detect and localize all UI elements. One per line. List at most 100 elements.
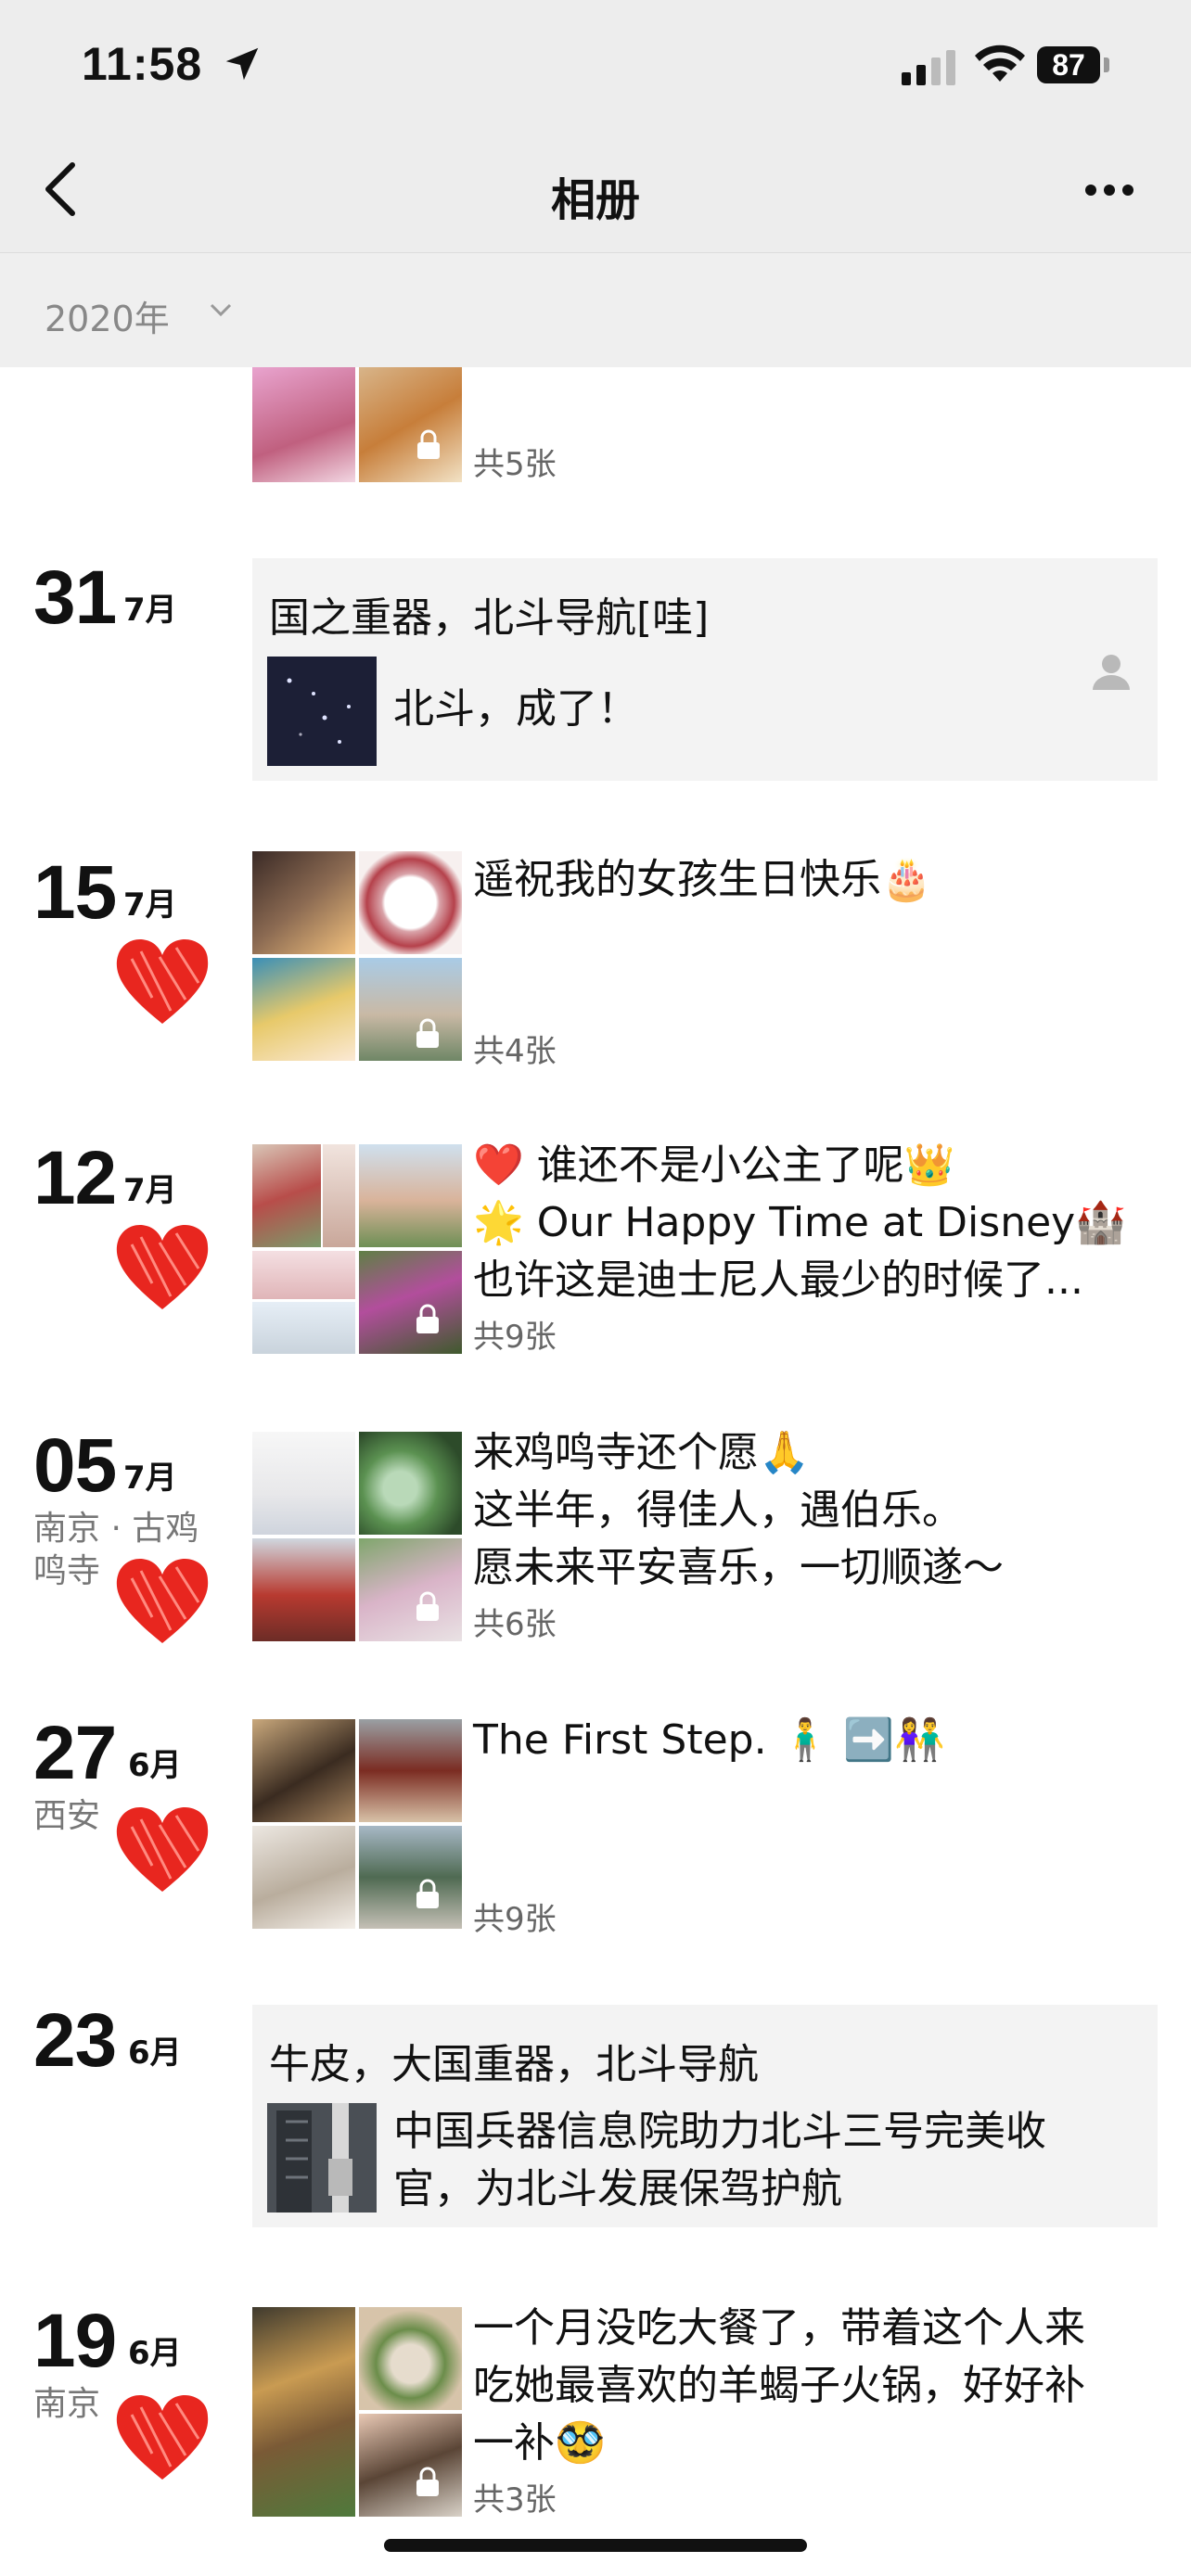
photo-thumb[interactable] (359, 1251, 462, 1354)
feed-entry[interactable]: 12 7月 ❤️ 谁还不是小公主了呢👑 🌟 Our Happy Time at … (0, 1137, 1191, 1359)
photo-thumb[interactable] (252, 1826, 355, 1929)
photo-thumb[interactable] (252, 851, 355, 954)
photo-thumb[interactable] (252, 2307, 355, 2517)
heart-icon (116, 1224, 209, 1309)
entry-day: 31 (33, 555, 117, 640)
photo-grid[interactable] (252, 1719, 462, 1929)
photo-thumb[interactable] (359, 2414, 462, 2517)
caption-line: 一补🥸 (473, 2419, 606, 2467)
photo-thumb[interactable] (252, 1432, 355, 1535)
photo-grid[interactable] (252, 1144, 462, 1354)
lock-icon (416, 1304, 439, 1333)
share-text-line: 中国兵器信息院助力北斗三号完美收 (393, 2108, 1046, 2155)
page-title: 相册 (550, 174, 640, 226)
heart-icon (116, 1558, 209, 1643)
photo-thumb[interactable] (359, 1538, 462, 1641)
feed-entry[interactable]: 27 6月 西安 The First Step. 🧍‍♂️ ➡️👫 共9张 (0, 1712, 1191, 1939)
caption-line: 吃她最喜欢的羊蝎子火锅，好好补 (473, 2362, 1085, 2409)
photo-thumb[interactable] (252, 1719, 355, 1822)
photo-count: 共9张 (473, 1319, 557, 1356)
battery-icon: 87 (1037, 46, 1100, 83)
feed-entry[interactable]: 05 7月 南京 · 古鸡鸣寺 来鸡鸣寺还个愿🙏 这半年，得佳人，遇伯乐。 愿未… (0, 1424, 1191, 1656)
photo-grid[interactable] (252, 1432, 462, 1641)
post-caption: 来鸡鸣寺还个愿🙏 这半年，得佳人，遇伯乐。 愿未来平安喜乐，一切顺遂～ (473, 1424, 1159, 1597)
photo-thumb[interactable] (252, 1144, 321, 1247)
feed-entry-partial[interactable]: 共5张 (0, 366, 1191, 487)
entry-day: 19 (33, 2299, 117, 2383)
dot-icon (1104, 185, 1115, 196)
heart-icon (116, 938, 209, 1024)
caption-line: 这半年，得佳人，遇伯乐。 (473, 1486, 963, 1534)
entry-day: 15 (33, 850, 117, 935)
post-caption: ❤️ 谁还不是小公主了呢👑 🌟 Our Happy Time at Disney… (473, 1137, 1159, 1309)
photo-thumb[interactable] (359, 2307, 462, 2410)
photo-thumb[interactable] (252, 958, 355, 1061)
shared-link-card[interactable]: 牛皮，大国重器，北斗导航 中国兵器信息院助力北斗三号完美收 官，为北斗发展保驾护… (252, 2005, 1158, 2227)
link-thumbnail[interactable] (267, 657, 377, 766)
caption-line: 愿未来平安喜乐，一切顺遂～ (473, 1544, 1004, 1591)
photo-thumb[interactable] (359, 1432, 462, 1535)
photo-thumb[interactable] (252, 1538, 355, 1641)
post-caption: The First Step. 🧍‍♂️ ➡️👫 (473, 1716, 945, 1764)
photo-thumb[interactable] (359, 1719, 462, 1822)
photo-thumb[interactable] (359, 958, 462, 1061)
caption-line: 一个月没吃大餐了，带着这个人来 (473, 2304, 1085, 2352)
more-options-button[interactable] (1085, 182, 1141, 200)
caption-line: 来鸡鸣寺还个愿🙏 (473, 1429, 810, 1476)
location-arrow-icon (225, 47, 259, 81)
photo-thumb[interactable] (359, 1826, 462, 1929)
photo-count: 共9张 (473, 1901, 557, 1938)
photo-thumb[interactable] (252, 366, 355, 482)
share-text-line: 官，为北斗发展保驾护航 (393, 2165, 842, 2213)
caption-line: 🌟 Our Happy Time at Disney🏰 (473, 1199, 1126, 1246)
photo-thumb[interactable] (359, 1144, 462, 1247)
heart-icon (116, 2394, 209, 2480)
entry-day: 23 (33, 1998, 117, 2083)
link-thumbnail[interactable] (267, 2103, 377, 2213)
photo-grid[interactable] (252, 2307, 462, 2517)
share-text: 中国兵器信息院助力北斗三号完美收 官，为北斗发展保驾护航 (393, 2103, 1135, 2218)
photo-count: 共3张 (473, 2481, 557, 2519)
photo-count: 共4张 (473, 1033, 557, 1070)
person-icon (1093, 655, 1130, 690)
lock-icon (416, 1018, 439, 1048)
lock-icon (416, 1879, 439, 1908)
feed-entry[interactable]: 23 6月 牛皮，大国重器，北斗导航 中国兵器信息院助力北斗三号完美收 官，为北… (0, 1999, 1191, 2231)
lock-icon (417, 429, 440, 459)
entry-month: 7月 (123, 592, 177, 629)
battery-cap (1104, 57, 1109, 72)
shared-link-card[interactable]: 国之重器，北斗导航[哇] 北斗，成了！ (252, 558, 1158, 781)
entry-month: 6月 (128, 1747, 182, 1784)
dot-icon (1122, 185, 1133, 196)
lock-icon (416, 1591, 439, 1621)
caption-line: 也许这是迪士尼人最少的时候了... (473, 1256, 1083, 1304)
photo-grid[interactable] (252, 366, 462, 482)
feed-entry[interactable]: 15 7月 遥祝我的女孩生日快乐🎂 共4张 (0, 851, 1191, 1074)
top-bar: 11:58 87 相册 2020年 (0, 0, 1191, 367)
share-title: 牛皮，大国重器，北斗导航 (269, 2041, 759, 2088)
year-label: 2020年 (45, 299, 170, 339)
lock-icon (416, 2467, 439, 2496)
feed-entry[interactable]: 31 7月 国之重器，北斗导航[哇] 北斗，成了！ (0, 556, 1191, 788)
photo-thumb[interactable] (252, 1302, 355, 1354)
cellular-signal-icon (902, 50, 955, 85)
entry-day: 05 (33, 1423, 117, 1508)
home-indicator[interactable] (384, 2539, 807, 2552)
photo-thumb[interactable] (252, 1251, 355, 1299)
entry-month: 6月 (128, 2335, 182, 2372)
dot-icon (1085, 185, 1096, 196)
entry-day: 12 (33, 1136, 117, 1220)
entry-month: 7月 (123, 1172, 177, 1209)
entry-month: 6月 (128, 2034, 182, 2072)
feed-entry[interactable]: 19 6月 南京 一个月没吃大餐了，带着这个人来 吃她最喜欢的羊蝎子火锅，好好补… (0, 2300, 1191, 2522)
photo-thumb[interactable] (323, 1144, 355, 1247)
year-filter[interactable]: 2020年 (0, 252, 1191, 367)
photo-thumb[interactable] (359, 851, 462, 954)
photo-count: 共5张 (473, 446, 557, 483)
photo-count: 共6张 (473, 1606, 557, 1643)
chevron-down-icon (210, 303, 232, 317)
status-time: 11:58 (82, 38, 203, 90)
photo-thumb[interactable] (359, 366, 462, 482)
photo-grid[interactable] (252, 851, 462, 1061)
caption-line: ❤️ 谁还不是小公主了呢👑 (473, 1141, 955, 1189)
